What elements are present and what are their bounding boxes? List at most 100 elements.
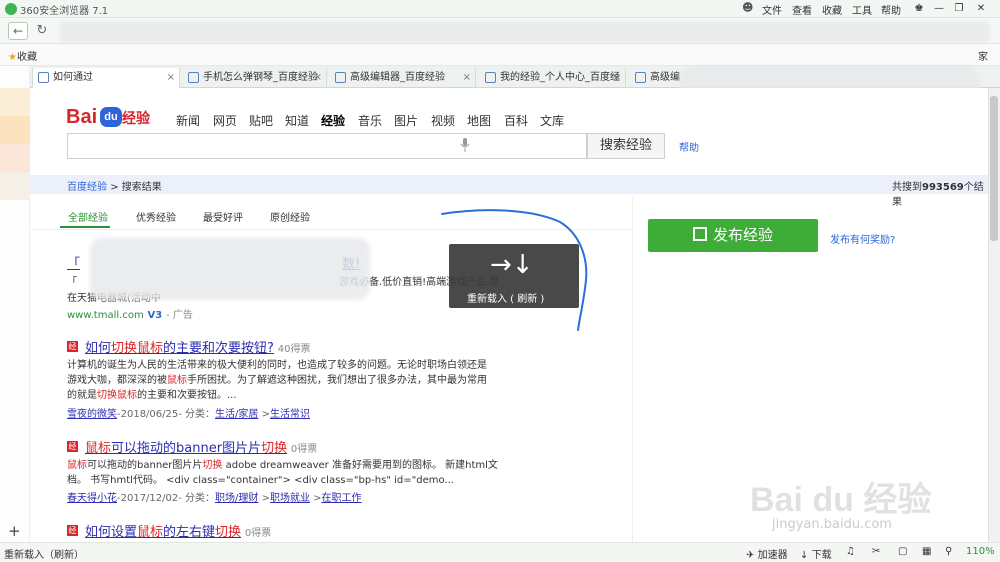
nav-baike[interactable]: 百科 [504, 112, 528, 129]
sidebar-strip[interactable] [0, 144, 30, 172]
watermark-url: jingyan.baidu.com [772, 517, 892, 532]
zoom-level[interactable]: 110% [966, 546, 995, 557]
tab-label: 高级编 [650, 72, 680, 83]
nav-wenku[interactable]: 文库 [540, 112, 564, 129]
user-icon[interactable]: ☻ [742, 1, 753, 14]
nav-map[interactable]: 地图 [467, 112, 491, 129]
result-meta: 雪夜的微笑-2018/06/25- 分类：生活/家居 >生活常识 [67, 409, 310, 420]
result-views: 40得票 [277, 344, 311, 355]
result-count: 共搜到993569个结果 [892, 182, 984, 208]
reload-icon[interactable]: ↻ [33, 22, 51, 40]
sidebar-strip[interactable] [0, 88, 30, 116]
result-1: 如何切换鼠标的主要和次要按钮? 40得票 [85, 337, 311, 356]
nav-jingyan[interactable]: 经验 [321, 112, 345, 129]
category-link[interactable]: 职场/理财 [215, 493, 258, 504]
author-link[interactable]: 春天得小花 [67, 493, 117, 504]
title-bar [0, 0, 1000, 18]
result-views: 0得票 [290, 444, 318, 455]
baidu-paw-logo-icon[interactable]: du [100, 107, 122, 127]
baidu-paw-icon [635, 72, 646, 83]
microphone-icon[interactable] [460, 138, 470, 152]
window-title: 360安全浏览器 7.1 [20, 6, 109, 17]
ad-url[interactable]: www.tmall.com [67, 310, 144, 321]
restore-icon[interactable]: ❐ [950, 1, 968, 16]
breadcrumb: 百度经验 > 搜索结果 [67, 182, 162, 193]
download-icon: ↓ [800, 550, 809, 561]
divider [632, 198, 633, 542]
nav-zhidao[interactable]: 知道 [285, 112, 309, 129]
help-link[interactable]: 帮助 [679, 139, 699, 154]
nav-tieba[interactable]: 贴吧 [249, 112, 273, 129]
nav-images[interactable]: 图片 [394, 112, 418, 129]
tab-close-icon[interactable]: × [167, 68, 175, 88]
zoom-icon[interactable]: ⚲ [945, 546, 952, 557]
result-title[interactable]: 鼠标可以拖动的banner图片片切换 [85, 441, 287, 456]
breadcrumb-current: 搜索结果 [121, 182, 162, 193]
tab-0[interactable]: 如何通过 × [32, 68, 180, 88]
sidebar-strip[interactable] [0, 172, 30, 200]
tab-close-icon[interactable]: × [613, 68, 621, 88]
status-text: 重新载入（刷新） [4, 550, 84, 561]
category-link[interactable]: 在职工作 [322, 493, 362, 504]
category-link[interactable]: 职场就业 [270, 493, 310, 504]
skin-icon[interactable]: ♚ [910, 1, 928, 16]
add-icon[interactable]: + [8, 522, 21, 540]
search-button[interactable]: 搜索经验 [587, 133, 665, 159]
screenshot-icon[interactable]: ✂ [872, 546, 880, 557]
page-icon[interactable]: ▦ [922, 546, 931, 557]
window-icon[interactable]: ▢ [898, 546, 907, 557]
minimize-icon[interactable]: — [930, 1, 948, 16]
jingyan-result-icon: 经 [67, 525, 78, 536]
scrollbar-thumb[interactable] [990, 96, 998, 241]
result-snippet: 鼠标可以拖动的banner图片片切换 adobe dreamweaver 准备好… [67, 460, 498, 486]
baidu-paw-icon [485, 72, 496, 83]
ad-url-row: www.tmall.com V3 - 广告 [67, 306, 193, 321]
filter-all[interactable]: 全部经验 [68, 209, 108, 224]
category-link[interactable]: 生活常识 [270, 409, 310, 420]
menu-tools[interactable]: 工具 [852, 2, 872, 17]
favorites-label[interactable]: ★收藏 [8, 48, 37, 63]
tab-2[interactable]: 高级编辑器_百度经验 × [330, 68, 476, 88]
address-bar-blurred[interactable] [60, 22, 990, 42]
breadcrumb-home[interactable]: 百度经验 [67, 182, 107, 193]
baidu-logo[interactable]: Bai [66, 106, 97, 129]
result-title[interactable]: 如何切换鼠标的主要和次要按钮? [85, 341, 274, 356]
close-icon[interactable]: ✕ [972, 1, 990, 16]
blurred-ad-region [90, 238, 370, 300]
tab-close-icon[interactable]: × [463, 68, 471, 88]
category-link[interactable]: 生活/家居 [215, 409, 258, 420]
accelerator-icon: ✈ [746, 550, 755, 561]
jingyan-logo[interactable]: 经验 [122, 108, 150, 128]
reward-link[interactable]: 发布有何奖励? [830, 231, 895, 246]
pen-annotation [441, 209, 588, 331]
nav-news[interactable]: 新闻 [176, 112, 200, 129]
filter-excellent[interactable]: 优秀经验 [136, 209, 176, 224]
search-input[interactable] [67, 133, 587, 159]
publish-button[interactable]: 发布经验 [648, 219, 818, 252]
download-button[interactable]: ↓ 下载 [800, 546, 832, 561]
author-link[interactable]: 雪夜的微笑 [67, 409, 117, 420]
browser-logo-icon [5, 3, 17, 15]
favorites-bar [0, 44, 1000, 66]
result-title[interactable]: 如何设置鼠标的左右键切换 [85, 525, 241, 540]
menu-file[interactable]: 文件 [762, 2, 782, 17]
jingyan-result-icon: 经 [67, 341, 78, 352]
tab-label: 高级编辑器_百度经验 [350, 72, 445, 83]
menu-favorites[interactable]: 收藏 [822, 2, 842, 17]
nav-video[interactable]: 视频 [431, 112, 455, 129]
nav-music[interactable]: 音乐 [358, 112, 382, 129]
filter-top-rated[interactable]: 最受好评 [203, 209, 243, 224]
filter-original[interactable]: 原创经验 [270, 209, 310, 224]
tab-3[interactable]: 我的经验_个人中心_百度经验 × [480, 68, 626, 103]
menu-view[interactable]: 查看 [792, 2, 812, 17]
accelerator-button[interactable]: ✈ 加速器 [746, 546, 788, 561]
menu-help[interactable]: 帮助 [881, 2, 901, 17]
nav-web[interactable]: 网页 [213, 112, 237, 129]
sound-icon[interactable]: ♫ [846, 546, 855, 557]
tab-close-icon[interactable]: × [314, 68, 322, 88]
tab-1[interactable]: 手机怎么弹钢琴_百度经验 × [183, 68, 327, 88]
sidebar-strip[interactable] [0, 116, 30, 144]
favorites-right-label[interactable]: 家 [978, 48, 988, 63]
result-2: 鼠标可以拖动的banner图片片切换 0得票 [85, 437, 317, 456]
back-icon[interactable]: ← [8, 22, 28, 40]
